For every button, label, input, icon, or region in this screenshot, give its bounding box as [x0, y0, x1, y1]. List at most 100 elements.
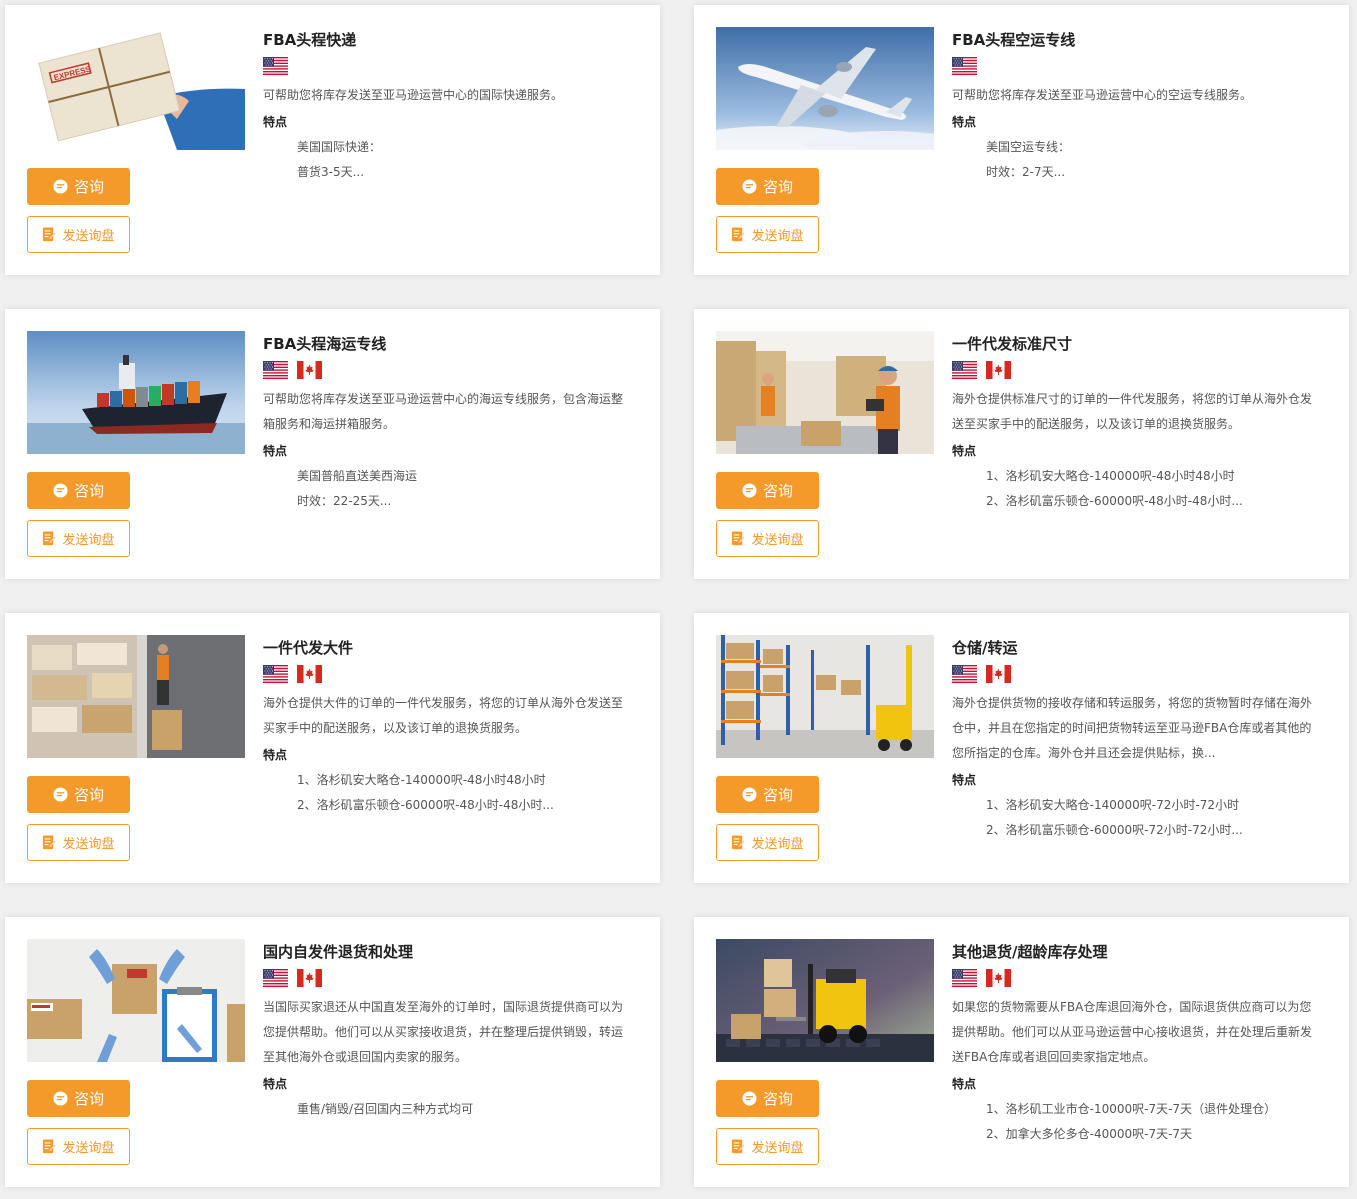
- document-icon: [42, 835, 56, 850]
- consult-button[interactable]: 咨询: [27, 168, 130, 205]
- us-flag-icon: [952, 57, 977, 75]
- consult-label: 咨询: [762, 178, 793, 196]
- feature-item: 普货3-5天...: [297, 165, 365, 179]
- chat-icon: [742, 1091, 757, 1106]
- feature-item: 1、洛杉矶安大略仓-140000呎-72小时-72小时: [986, 798, 1239, 812]
- send-inquiry-button[interactable]: 发送询盘: [716, 520, 819, 557]
- service-title[interactable]: FBA头程快递: [263, 29, 633, 51]
- inquiry-label: 发送询盘: [751, 533, 804, 548]
- feature-item: 重售/销毁/召回国内三种方式均可: [297, 1102, 474, 1116]
- container-ship-photo[interactable]: [27, 331, 245, 454]
- consult-button[interactable]: 咨询: [716, 472, 819, 509]
- feature-item: 2、洛杉矶富乐顿仓-60000呎-48小时-48小时...: [297, 798, 554, 812]
- express-package-image: EXPRESS: [27, 27, 245, 150]
- service-card: 咨询 发送询盘 FBA头程海运专线 可帮助您将库存发送至亚马逊运营中心的海运专线…: [5, 309, 660, 579]
- service-title[interactable]: 国内自发件退货和处理: [263, 941, 633, 963]
- warehouse-worker-image: [716, 331, 934, 454]
- inquiry-label: 发送询盘: [62, 1141, 115, 1156]
- send-inquiry-button[interactable]: 发送询盘: [27, 216, 130, 253]
- consult-button[interactable]: 咨询: [27, 472, 130, 509]
- ca-flag-icon: [297, 665, 322, 683]
- ca-flag-icon: [297, 361, 322, 379]
- warehouse-forklift-image: [716, 635, 934, 758]
- feature-item: 1、洛杉矶安大略仓-140000呎-48小时48小时: [297, 773, 546, 787]
- feature-item: 1、洛杉矶工业市仓-10000呎-7天-7天（退件处理仓）: [986, 1102, 1277, 1116]
- service-title[interactable]: 其他退货/超龄库存处理: [952, 941, 1322, 963]
- features-heading: 特点: [263, 1077, 288, 1091]
- service-description: 可帮助您将库存发送至亚马逊运营中心的海运专线服务，包含海运整箱服务和海运拼箱服务…: [263, 392, 624, 431]
- send-inquiry-button[interactable]: 发送询盘: [27, 824, 130, 861]
- return-package-photo[interactable]: [27, 939, 245, 1062]
- us-flag-icon: [263, 665, 288, 683]
- inquiry-label: 发送询盘: [62, 229, 115, 244]
- chat-icon: [53, 179, 68, 194]
- document-icon: [42, 227, 56, 242]
- feature-item: 1、洛杉矶安大略仓-140000呎-48小时48小时: [986, 469, 1235, 483]
- feature-item: 美国国际快递：: [297, 140, 382, 154]
- service-title[interactable]: 仓储/转运: [952, 637, 1322, 659]
- consult-button[interactable]: 咨询: [716, 168, 819, 205]
- send-inquiry-button[interactable]: 发送询盘: [27, 520, 130, 557]
- service-description: 海外仓提供大件的订单的一件代发服务，将您的订单从海外仓发送至买家手中的配送服务，…: [263, 696, 624, 735]
- consult-button[interactable]: 咨询: [27, 776, 130, 813]
- service-title[interactable]: FBA头程空运专线: [952, 29, 1322, 51]
- ca-flag-icon: [297, 969, 322, 987]
- warehouse-worker-photo[interactable]: [716, 331, 934, 454]
- return-package-image: [27, 939, 245, 1062]
- warehouse-forklift-photo[interactable]: [716, 635, 934, 758]
- send-inquiry-button[interactable]: 发送询盘: [716, 1128, 819, 1165]
- service-card: 咨询 发送询盘 FBA头程空运专线 可帮助您将库存发送至亚马逊运营中心的空运专线…: [694, 5, 1349, 275]
- us-flag-icon: [263, 57, 288, 75]
- consult-label: 咨询: [762, 786, 793, 804]
- service-title[interactable]: FBA头程海运专线: [263, 333, 633, 355]
- features-heading: 特点: [952, 773, 977, 787]
- express-package-photo[interactable]: EXPRESS: [27, 27, 245, 150]
- container-ship-image: [27, 331, 245, 454]
- chat-icon: [742, 483, 757, 498]
- us-flag-icon: [952, 361, 977, 379]
- features-heading: 特点: [263, 444, 288, 458]
- features-heading: 特点: [263, 115, 288, 129]
- consult-button[interactable]: 咨询: [27, 1080, 130, 1117]
- feature-item: 美国空运专线：: [986, 140, 1071, 154]
- features-heading: 特点: [952, 1077, 977, 1091]
- consult-label: 咨询: [762, 482, 793, 500]
- feature-item: 时效：2-7天...: [986, 165, 1066, 179]
- feature-item: 2、加拿大多伦多仓-40000呎-7天-7天: [986, 1127, 1193, 1141]
- inquiry-label: 发送询盘: [751, 229, 804, 244]
- service-description: 如果您的货物需要从FBA仓库退回海外仓，国际退货供应商可以为您提供帮助。他们可以…: [952, 1000, 1313, 1064]
- consult-label: 咨询: [73, 178, 104, 196]
- us-flag-icon: [263, 969, 288, 987]
- service-description: 海外仓提供货物的接收存储和转运服务，将您的货物暂时存储在海外仓中，并且在您指定的…: [952, 696, 1313, 760]
- feature-item: 2、洛杉矶富乐顿仓-60000呎-48小时-48小时...: [986, 494, 1243, 508]
- consult-button[interactable]: 咨询: [716, 1080, 819, 1117]
- ca-flag-icon: [986, 665, 1011, 683]
- us-flag-icon: [952, 665, 977, 683]
- consult-button[interactable]: 咨询: [716, 776, 819, 813]
- feature-item: 2、洛杉矶富乐顿仓-60000呎-72小时-72小时...: [986, 823, 1243, 837]
- warehouse-boxes-photo[interactable]: [27, 635, 245, 758]
- us-flag-icon: [952, 969, 977, 987]
- features-heading: 特点: [952, 115, 977, 129]
- consult-label: 咨询: [73, 1090, 104, 1108]
- airplane-photo[interactable]: [716, 27, 934, 150]
- toy-forklift-photo[interactable]: [716, 939, 934, 1062]
- features-heading: 特点: [952, 444, 977, 458]
- document-icon: [731, 531, 745, 546]
- send-inquiry-button[interactable]: 发送询盘: [716, 824, 819, 861]
- service-description: 海外仓提供标准尺寸的订单的一件代发服务，将您的订单从海外仓发送至买家手中的配送服…: [952, 392, 1313, 431]
- document-icon: [731, 835, 745, 850]
- service-card: EXPRESS 咨询 发送询盘 FBA头程快递 可帮助您将库存发送至亚马逊运营中…: [5, 5, 660, 275]
- toy-forklift-image: [716, 939, 934, 1062]
- send-inquiry-button[interactable]: 发送询盘: [716, 216, 819, 253]
- inquiry-label: 发送询盘: [751, 1141, 804, 1156]
- chat-icon: [53, 787, 68, 802]
- service-card: 咨询 发送询盘 一件代发标准尺寸 海外仓提供标准尺寸的订单的一件代发服务，将您的…: [694, 309, 1349, 579]
- chat-icon: [742, 787, 757, 802]
- send-inquiry-button[interactable]: 发送询盘: [27, 1128, 130, 1165]
- chat-icon: [742, 179, 757, 194]
- service-card: 咨询 发送询盘 其他退货/超龄库存处理 如果您的货物需要从FBA仓库退回海外仓，…: [694, 917, 1349, 1187]
- chat-icon: [53, 1091, 68, 1106]
- service-title[interactable]: 一件代发大件: [263, 637, 633, 659]
- service-title[interactable]: 一件代发标准尺寸: [952, 333, 1322, 355]
